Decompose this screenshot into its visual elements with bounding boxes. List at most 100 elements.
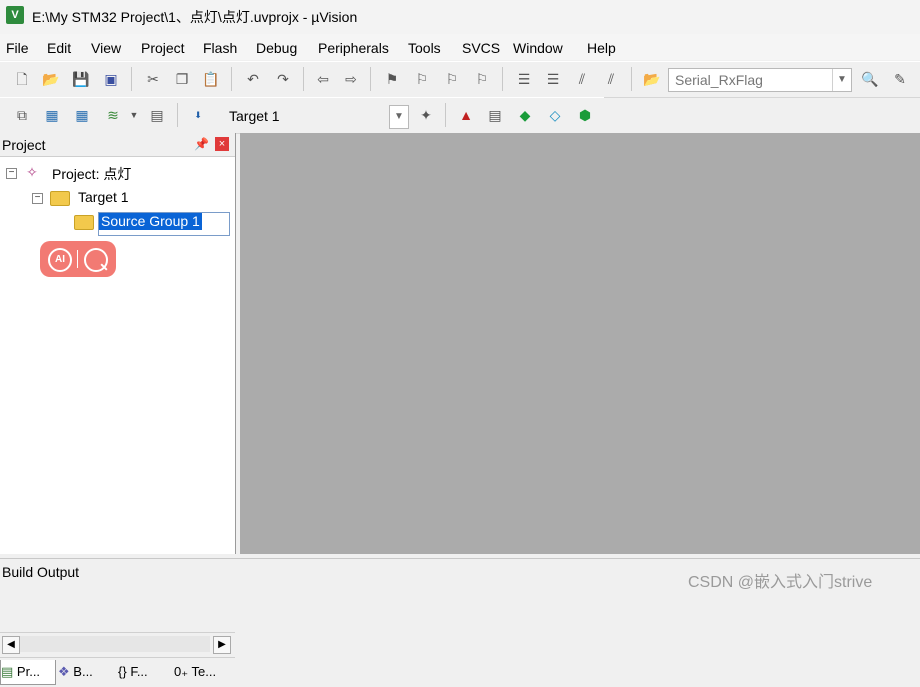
collapse-project-icon[interactable]: − xyxy=(6,168,17,179)
toolbar-separator xyxy=(131,67,132,91)
stop-build-icon[interactable]: ▤ xyxy=(147,105,167,125)
close-icon[interactable]: × xyxy=(215,137,229,151)
scroll-track[interactable] xyxy=(20,636,210,652)
menu-file[interactable]: File xyxy=(6,40,29,56)
search-icon-handle xyxy=(100,263,108,271)
menu-peripherals[interactable]: Peripherals xyxy=(318,40,389,56)
select-packs-icon[interactable]: ▤ xyxy=(485,105,505,125)
tab-functions-label: F... xyxy=(130,664,148,679)
project-panel-title: Project xyxy=(2,137,46,153)
translate-icon[interactable]: ⧉ xyxy=(12,105,32,125)
redo-icon[interactable]: ↷ xyxy=(273,69,293,89)
find-combo[interactable]: Serial_RxFlag ▼ xyxy=(668,68,852,92)
download-icon[interactable]: ⬇ xyxy=(188,105,208,125)
project-panel: Project 📌 × − ✧ Project: 点灯 − Target 1 S… xyxy=(0,133,236,687)
project-tab-icon: ▤ xyxy=(1,664,14,679)
copy-icon[interactable]: ❐ xyxy=(172,69,192,89)
uvision-icon: V xyxy=(6,6,24,24)
tab-project[interactable]: ▤ Pr... xyxy=(0,660,56,685)
navigate-forward-icon[interactable]: ⇨ xyxy=(341,69,361,89)
menu-view[interactable]: View xyxy=(91,40,121,56)
target-combo-value: Target 1 xyxy=(229,108,280,124)
project-icon: ✧ xyxy=(26,164,38,180)
scroll-left-icon[interactable]: ◀ xyxy=(2,636,20,654)
menu-help[interactable]: Help xyxy=(587,40,616,56)
pack-installer-icon[interactable]: ◇ xyxy=(545,105,565,125)
open-folder-icon[interactable]: 📂 xyxy=(41,69,61,89)
toolbar-separator xyxy=(370,67,371,91)
tab-functions[interactable]: {} F... xyxy=(118,660,168,684)
menu-edit[interactable]: Edit xyxy=(47,40,71,56)
pin-icon[interactable]: 📌 xyxy=(194,137,209,151)
build-output-title: Build Output xyxy=(2,564,80,580)
ai-widget-divider xyxy=(77,250,78,268)
books-tab-icon: ❖ xyxy=(58,664,70,679)
braces-icon: {} xyxy=(118,664,127,679)
uncomment-icon[interactable]: ⫽ xyxy=(601,69,621,89)
menu-project[interactable]: Project xyxy=(141,40,185,56)
chevron-down-icon[interactable]: ▼ xyxy=(832,69,851,91)
save-icon[interactable]: 💾 xyxy=(71,69,91,89)
rebuild-icon[interactable]: ▦ xyxy=(72,105,92,125)
manage-rte-icon[interactable]: ◆ xyxy=(515,105,535,125)
toolbar-separator xyxy=(631,67,632,91)
unindent-icon[interactable]: ☰ xyxy=(543,69,563,89)
target-folder-icon xyxy=(50,191,70,206)
build-toolbar: ⧉ ▦ ▦ ≋ ▼ ▤ ⬇ Target 1 ▼ ✦ ▲ ▤ ◆ ◇ ⬢ xyxy=(0,97,604,134)
event-recorder-icon[interactable]: ⬢ xyxy=(575,105,595,125)
incremental-find-icon[interactable]: ✎ xyxy=(890,69,910,89)
paste-icon[interactable]: 📋 xyxy=(201,69,221,89)
indent-icon[interactable]: ☰ xyxy=(514,69,534,89)
editor-area[interactable] xyxy=(240,133,920,554)
manage-project-items-icon[interactable]: ▲ xyxy=(456,105,476,125)
toolbar-separator xyxy=(303,67,304,91)
menu-window[interactable]: Window xyxy=(513,40,563,56)
menu-flash[interactable]: Flash xyxy=(203,40,237,56)
menu-svcs[interactable]: SVCS xyxy=(462,40,500,56)
save-all-icon[interactable]: ▣ xyxy=(101,69,121,89)
menu-tools[interactable]: Tools xyxy=(408,40,441,56)
target-combo[interactable]: Target 1 ▼ xyxy=(222,104,410,129)
collapse-target-icon[interactable]: − xyxy=(32,193,43,204)
source-group-label: Source Group 1 xyxy=(99,213,202,230)
menu-debug[interactable]: Debug xyxy=(256,40,297,56)
build-icon[interactable]: ▦ xyxy=(42,105,62,125)
find-in-files-icon[interactable]: 📂 xyxy=(642,69,662,89)
project-tree-node[interactable]: Project: 点灯 xyxy=(52,164,131,184)
group-folder-icon xyxy=(74,215,94,230)
project-panel-header: Project 📌 × xyxy=(0,133,235,157)
batch-build-icon[interactable]: ≋ xyxy=(103,105,123,125)
title-bar: V E:\My STM32 Project\1、点灯\点灯.uvprojx - … xyxy=(0,0,920,34)
new-file-icon[interactable]: 🗋 xyxy=(12,69,32,89)
watermark: CSDN @嵌入式入门strive xyxy=(688,574,873,591)
ai-widget[interactable]: AI xyxy=(40,241,116,277)
ai-assistant-icon[interactable]: AI xyxy=(48,248,72,272)
find-icon[interactable]: 🔍 xyxy=(860,69,880,89)
tab-project-label: Pr... xyxy=(16,664,41,679)
file-toolbar: 🗋 📂 💾 ▣ ✂ ❐ 📋 ↶ ↷ ⇦ ⇨ ⚑ ⚐ ⚐ ⚐ ☰ ☰ ⫽ ⫽ 📂 … xyxy=(0,61,920,98)
scroll-right-icon[interactable]: ▶ xyxy=(213,636,231,654)
undo-icon[interactable]: ↶ xyxy=(243,69,263,89)
menu-bar: File Edit View Project Flash Debug Perip… xyxy=(0,34,920,60)
horizontal-scrollbar[interactable]: ◀ ▶ xyxy=(0,632,235,655)
window-title: E:\My STM32 Project\1、点灯\点灯.uvprojx - µV… xyxy=(32,9,358,25)
tab-templates[interactable]: 0₊ Te... xyxy=(174,660,232,684)
chevron-down-icon[interactable]: ▼ xyxy=(389,105,409,129)
clear-bookmarks-icon[interactable]: ⚐ xyxy=(472,69,492,89)
prev-bookmark-icon[interactable]: ⚐ xyxy=(412,69,432,89)
tab-books[interactable]: ❖ B... xyxy=(58,660,110,684)
next-bookmark-icon[interactable]: ⚐ xyxy=(442,69,462,89)
search-icon[interactable] xyxy=(84,248,108,272)
tab-books-label: B... xyxy=(73,664,93,679)
cut-icon[interactable]: ✂ xyxy=(143,69,163,89)
navigate-back-icon[interactable]: ⇦ xyxy=(313,69,333,89)
toolbar-separator xyxy=(177,103,178,127)
options-for-target-icon[interactable]: ✦ xyxy=(416,105,436,125)
tab-templates-label: Te... xyxy=(191,664,217,679)
comment-icon[interactable]: ⫽ xyxy=(572,69,592,89)
source-group-rename-field[interactable]: Source Group 1 xyxy=(98,212,230,236)
bookmark-icon[interactable]: ⚑ xyxy=(382,69,402,89)
toolbar-separator xyxy=(445,103,446,127)
chevron-down-icon[interactable]: ▼ xyxy=(124,105,144,125)
target-tree-node[interactable]: Target 1 xyxy=(78,189,129,205)
